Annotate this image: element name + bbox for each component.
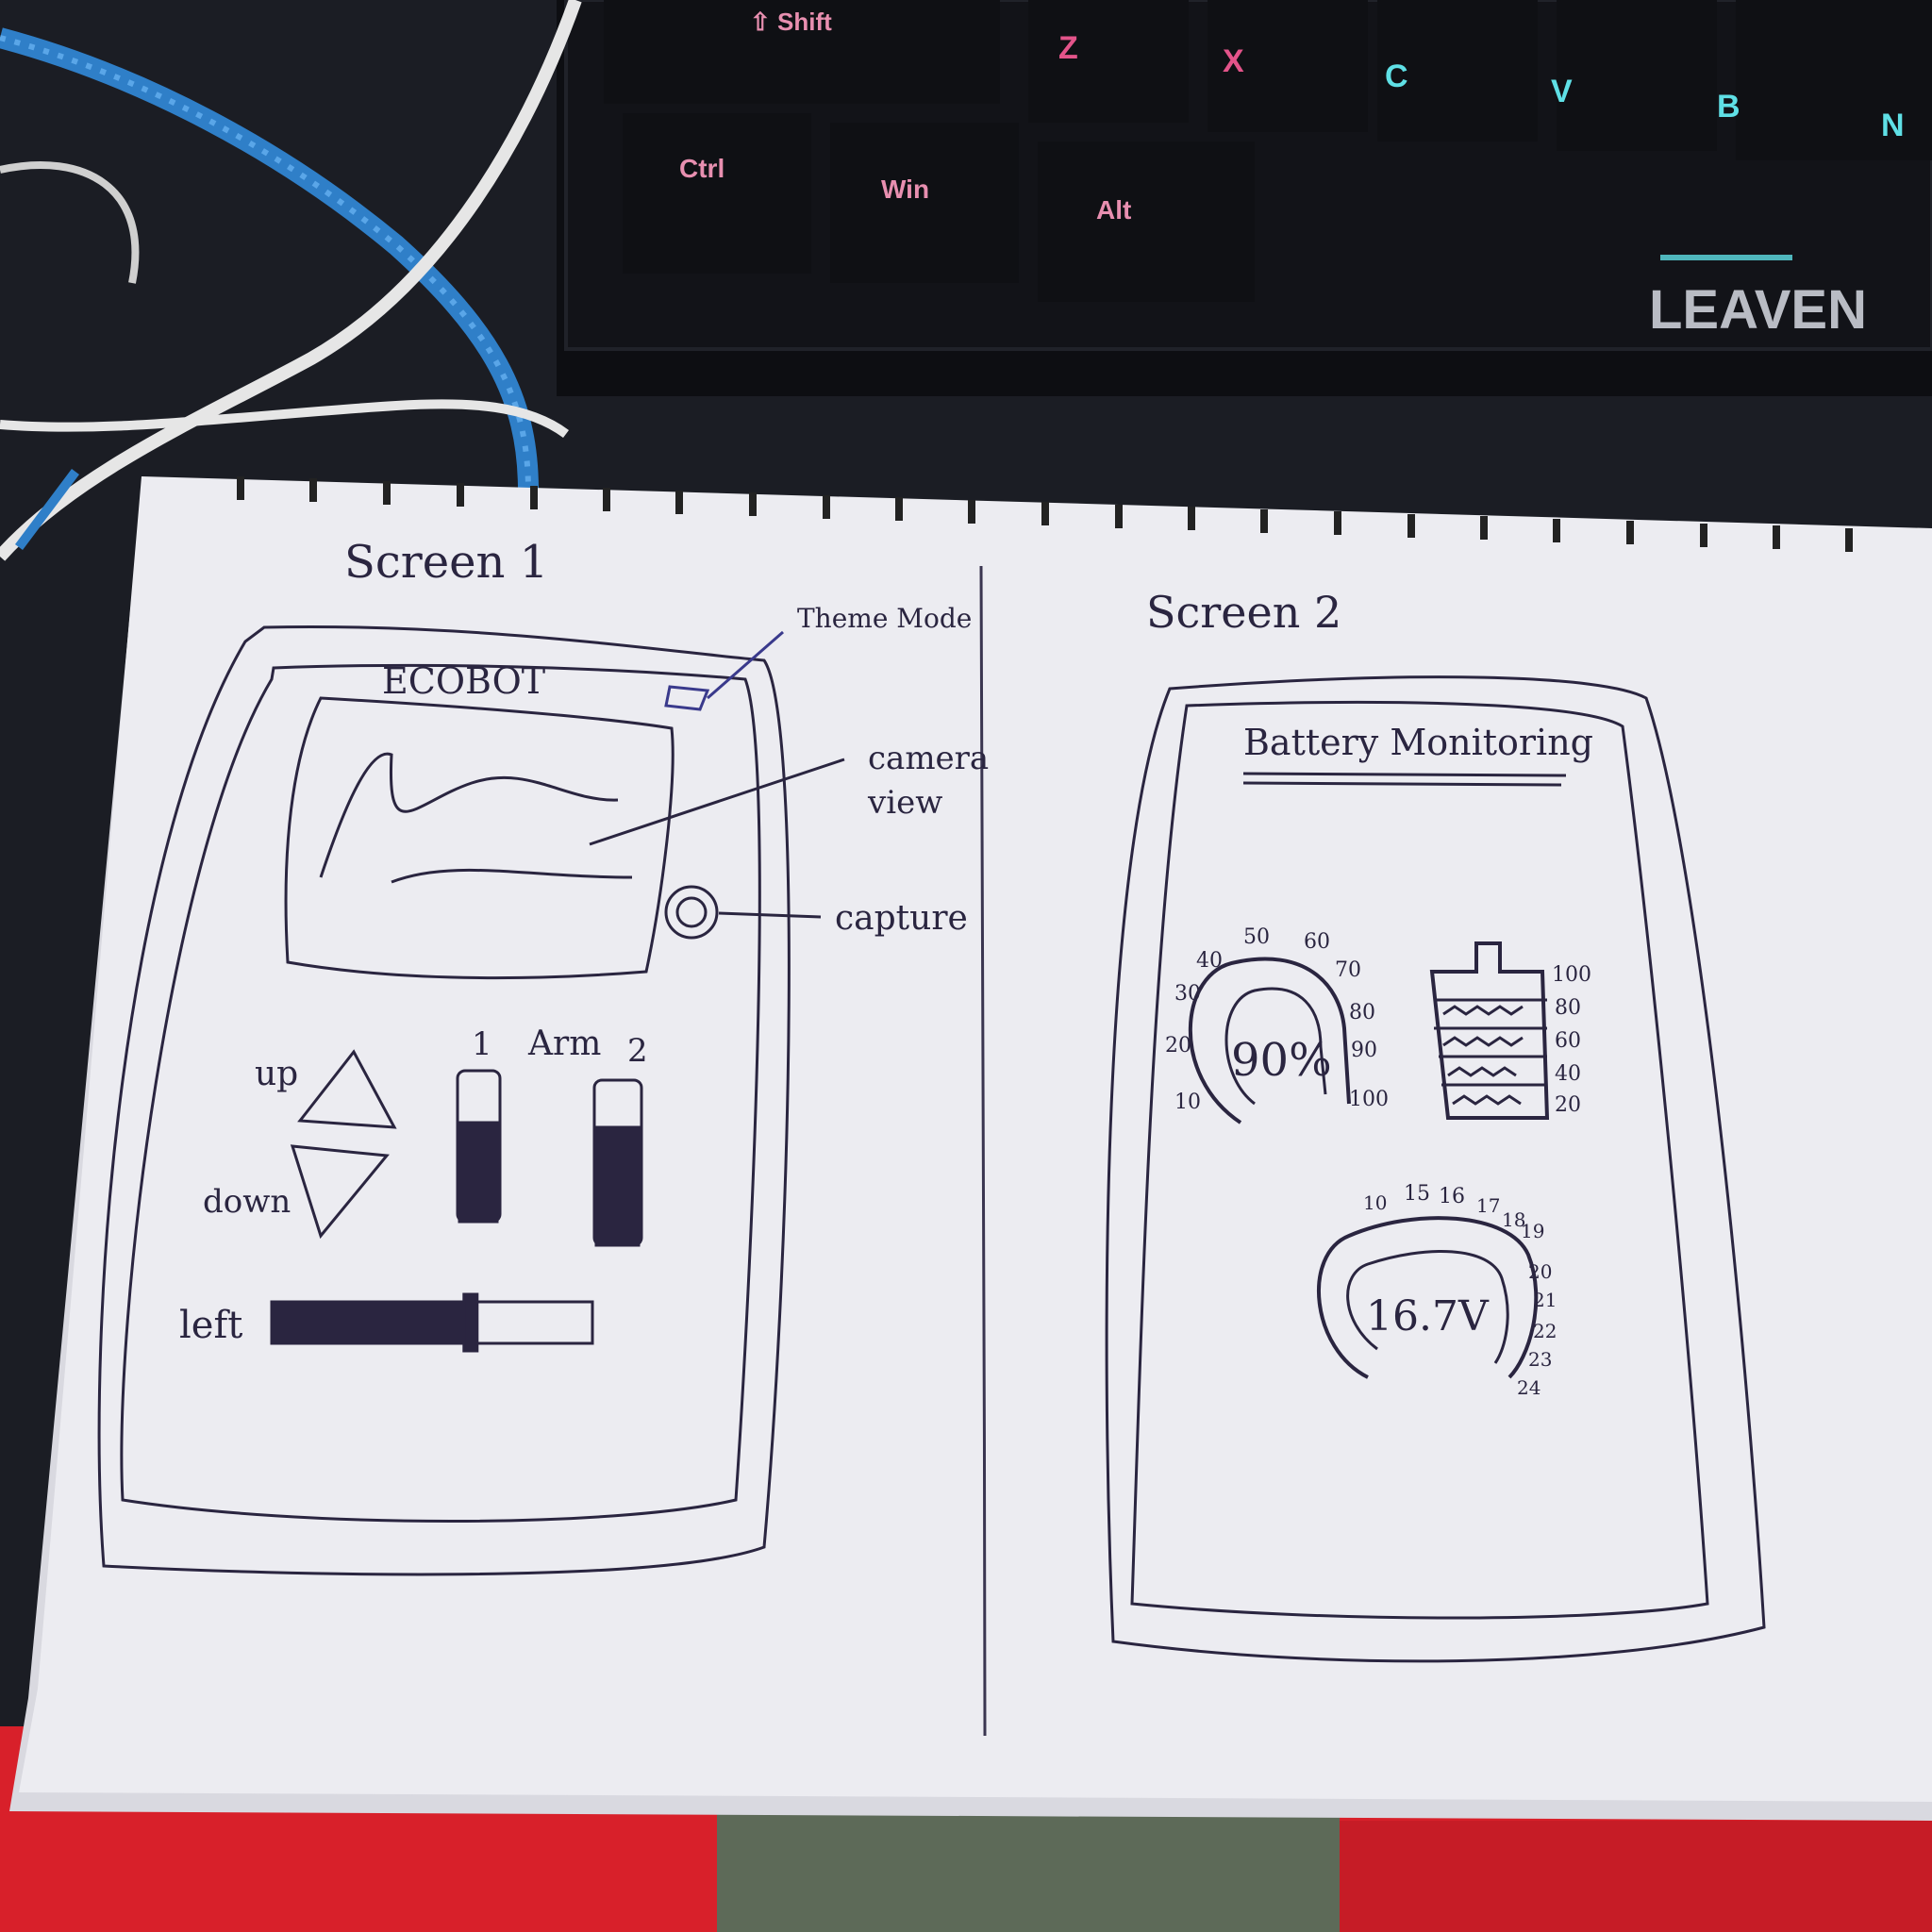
gauge2-tick-17: 17 [1476, 1194, 1500, 1217]
gauge2-tick-21: 21 [1533, 1289, 1557, 1311]
gauge2-value: 16.7V [1366, 1292, 1490, 1341]
down-label: down [203, 1183, 291, 1221]
gauge1-tick-100: 100 [1349, 1088, 1389, 1111]
key-v: V [1551, 74, 1573, 109]
photo-scene: ⇧ Shift Z X C V B N Ctrl Win Alt LEAVEN [0, 0, 1932, 1932]
key-ctrl: Ctrl [679, 154, 724, 183]
gauge2-tick-24: 24 [1517, 1376, 1541, 1399]
app-name: ECOBOT [382, 660, 545, 702]
gauge2-tick-15: 15 [1404, 1182, 1430, 1206]
key-c: C [1385, 58, 1408, 94]
key-x: X [1223, 43, 1244, 79]
key-z: Z [1058, 30, 1078, 66]
gauge1-tick-60: 60 [1304, 930, 1330, 954]
gauge1-tick-80: 80 [1349, 1001, 1375, 1024]
gauge2-tick-20: 20 [1528, 1260, 1552, 1283]
gauge2-tick-19: 19 [1521, 1220, 1544, 1242]
notebook [9, 476, 1932, 1821]
battery-tick-40: 40 [1555, 1062, 1581, 1086]
screen1-title: Screen 1 [344, 536, 548, 589]
gauge2-tick-10: 10 [1363, 1191, 1387, 1214]
arm-1-slider-fill [458, 1121, 499, 1224]
screen2-title: Screen 2 [1146, 587, 1341, 638]
gauge1-tick-40: 40 [1196, 949, 1223, 973]
gauge1-tick-50: 50 [1243, 925, 1270, 949]
arm-2-slider-fill [594, 1125, 641, 1247]
key-b: B [1717, 89, 1740, 125]
key-alt: Alt [1096, 195, 1131, 225]
up-label: up [255, 1055, 298, 1093]
gauge1-value: 90% [1231, 1034, 1332, 1087]
arm-2-label: 2 [627, 1032, 648, 1070]
gauge1-tick-10: 10 [1174, 1091, 1201, 1114]
arm-1-label: 1 [472, 1025, 492, 1063]
battery-tick-60: 60 [1555, 1029, 1581, 1053]
battery-tick-80: 80 [1555, 996, 1581, 1020]
key-n: N [1881, 108, 1905, 143]
keyboard: ⇧ Shift Z X C V B N Ctrl Win Alt LEAVEN [557, 0, 1932, 396]
left-slider-thumb[interactable] [462, 1292, 479, 1353]
battery-heading: Battery Monitoring [1243, 722, 1593, 763]
gauge1-tick-30: 30 [1174, 982, 1201, 1006]
gauge2-tick-23: 23 [1528, 1348, 1552, 1371]
gauge1-tick-20: 20 [1165, 1034, 1191, 1058]
battery-tick-100: 100 [1552, 963, 1591, 987]
key-win: Win [881, 175, 929, 204]
camera-view-annotation-1: camera [868, 740, 989, 777]
camera-view-annotation-2: view [867, 784, 942, 822]
key-shift: ⇧ Shift [750, 8, 832, 36]
gauge2-tick-22: 22 [1533, 1320, 1557, 1342]
gauge1-tick-90: 90 [1351, 1039, 1377, 1062]
gauge1-tick-70: 70 [1335, 958, 1361, 982]
keyboard-brand: LEAVEN [1649, 279, 1867, 341]
left-label: left [179, 1304, 242, 1347]
gauge2-tick-16: 16 [1439, 1185, 1465, 1208]
theme-mode-annotation: Theme Mode [797, 603, 972, 634]
capture-annotation: capture [835, 899, 968, 938]
battery-tick-20: 20 [1555, 1093, 1581, 1117]
arm-label: Arm [527, 1024, 601, 1063]
left-slider-fill [270, 1300, 473, 1345]
